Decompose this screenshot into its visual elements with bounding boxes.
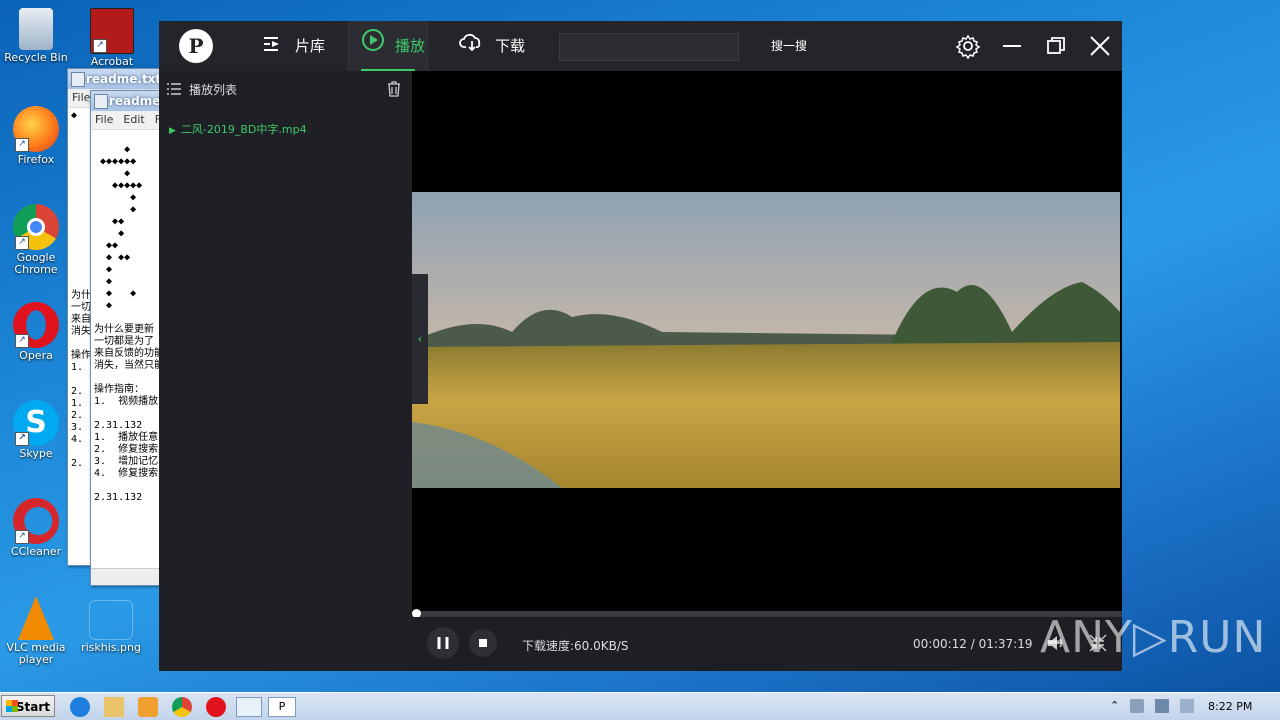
close-icon [1090, 36, 1110, 56]
shortcut-arrow-icon: ↗ [15, 334, 29, 348]
ccleaner-icon: ↗ [13, 498, 59, 544]
desktop-icon-acrobat[interactable]: ↗ Acrobat [77, 8, 147, 68]
playing-indicator-icon: ▶ [169, 126, 176, 136]
taskbar-clock[interactable]: 8:22 PM [1208, 700, 1252, 713]
playlist-item-name: 二风-2019_BD中字.mp4 [180, 123, 307, 136]
desktop-icon-label: Recycle Bin [4, 51, 68, 64]
tab-label: 下载 [495, 37, 526, 55]
download-speed-text: 下载速度:60.0KB/S [522, 639, 629, 653]
trash-icon [388, 81, 400, 97]
clear-playlist-button[interactable] [387, 81, 401, 101]
desktop-icon-label: Firefox [17, 153, 55, 166]
menu-edit[interactable]: Edit [123, 113, 144, 126]
search-button[interactable]: 搜一搜 [771, 33, 807, 59]
playlist-title: 播放列表 [189, 83, 238, 97]
taskbar-chrome-icon[interactable] [172, 697, 192, 717]
image-file-icon [89, 600, 133, 640]
desktop-icon-skype[interactable]: S ↗ Skype [1, 400, 71, 460]
tray-flag-icon[interactable] [1180, 699, 1194, 713]
desktop-icon-opera[interactable]: ↗ Opera [1, 302, 71, 362]
desktop-icon-google-chrome[interactable]: ↗ Google Chrome [1, 204, 71, 276]
cloud-download-icon [459, 22, 485, 72]
firefox-icon: ↗ [13, 106, 59, 152]
notepad-titlebar[interactable]: readme.txt - [68, 69, 168, 106]
taskbar: Start P ⌃ 8:22 PM [0, 692, 1280, 720]
restore-button[interactable] [1041, 31, 1071, 61]
pause-button[interactable] [427, 627, 459, 659]
start-button[interactable]: Start [1, 695, 55, 717]
desktop-icon-label: Skype [19, 447, 53, 460]
tray-network-icon[interactable] [1155, 699, 1169, 713]
taskbar-opera-icon[interactable] [206, 697, 226, 717]
taskbar-player-icon[interactable]: P [268, 697, 296, 717]
minimize-icon [1003, 45, 1021, 47]
taskbar-media-player-icon[interactable] [138, 697, 158, 717]
shortcut-arrow-icon: ↗ [15, 236, 29, 250]
desktop-icon-label: Opera [19, 349, 53, 362]
desktop-icon-recycle-bin[interactable]: Recycle Bin [1, 8, 71, 64]
desktop-icon-firefox[interactable]: ↗ Firefox [1, 106, 71, 166]
shortcut-arrow-icon: ↗ [15, 530, 29, 544]
taskbar-notepad-icon[interactable] [236, 697, 262, 717]
player-window: P 片库 播放 下载 搜一搜 播放列表 ▶ 二风-2019_BD中字.mp4 ‹… [159, 21, 1122, 671]
skype-icon: S ↗ [13, 400, 59, 446]
recycle-bin-icon [19, 8, 53, 50]
gear-icon [955, 34, 981, 60]
desktop-icon-label: VLC media player [6, 641, 66, 666]
playlist-header: 播放列表 [167, 81, 237, 98]
taskbar-explorer-icon[interactable] [104, 697, 124, 717]
opera-icon: ↗ [13, 302, 59, 348]
shortcut-arrow-icon: ↗ [15, 138, 29, 152]
collapse-sidebar-button[interactable]: ‹ [412, 274, 428, 404]
tab-download[interactable]: 下载 [445, 21, 545, 71]
tab-label: 播放 [395, 37, 426, 55]
desktop-icon-label: CCleaner [10, 545, 62, 558]
restore-icon [1047, 37, 1065, 54]
tab-play[interactable]: 播放 [347, 21, 429, 71]
desktop-icon-vlc[interactable]: VLC media player [1, 596, 71, 666]
play-circle-icon [361, 22, 385, 72]
minimize-button[interactable] [997, 31, 1027, 61]
tray-expand-icon[interactable]: ⌃ [1110, 699, 1119, 712]
tab-label: 片库 [295, 37, 326, 55]
control-bar: 下载速度:60.0KB/S 00:00:12 / 01:37:19 [412, 617, 1122, 671]
chrome-icon: ↗ [13, 204, 59, 250]
start-label: Start [15, 700, 50, 714]
tray-volume-icon[interactable] [1130, 699, 1144, 713]
playlist-panel: 播放列表 ▶ 二风-2019_BD中字.mp4 [159, 71, 412, 671]
list-icon [167, 83, 181, 98]
desktop-icon-label: Acrobat [90, 55, 134, 68]
desktop-icon-label: riskhis.png [81, 641, 141, 654]
desktop-icon-riskhis[interactable]: riskhis.png [76, 600, 146, 654]
windows-logo-icon [6, 700, 18, 712]
desktop-icon-ccleaner[interactable]: ↗ CCleaner [1, 498, 71, 558]
acrobat-icon: ↗ [90, 8, 134, 54]
shortcut-arrow-icon: ↗ [15, 432, 29, 446]
vlc-cone-icon [18, 596, 54, 640]
stop-icon [479, 639, 487, 647]
player-topbar: P 片库 播放 下载 搜一搜 [159, 21, 1122, 71]
menu-file[interactable]: File [95, 113, 113, 126]
library-icon [263, 22, 285, 72]
playback-time: 00:00:12 / 01:37:19 [913, 637, 1033, 651]
video-frame [412, 192, 1120, 488]
taskbar-ie-icon[interactable] [70, 697, 90, 717]
video-area[interactable] [412, 71, 1122, 611]
app-logo[interactable]: P [179, 29, 213, 63]
settings-button[interactable] [953, 31, 983, 61]
close-button[interactable] [1085, 31, 1115, 61]
pause-icon [437, 637, 449, 649]
chevron-left-icon: ‹ [417, 332, 423, 346]
playlist-item[interactable]: ▶ 二风-2019_BD中字.mp4 [169, 121, 307, 137]
shortcut-arrow-icon: ↗ [93, 39, 107, 53]
desktop-icon-label: Google Chrome [14, 251, 58, 276]
stop-button[interactable] [469, 629, 497, 657]
tab-library[interactable]: 片库 [249, 21, 347, 71]
anyrun-watermark: ANY▷RUN [1040, 612, 1267, 663]
search-input[interactable] [559, 33, 739, 61]
